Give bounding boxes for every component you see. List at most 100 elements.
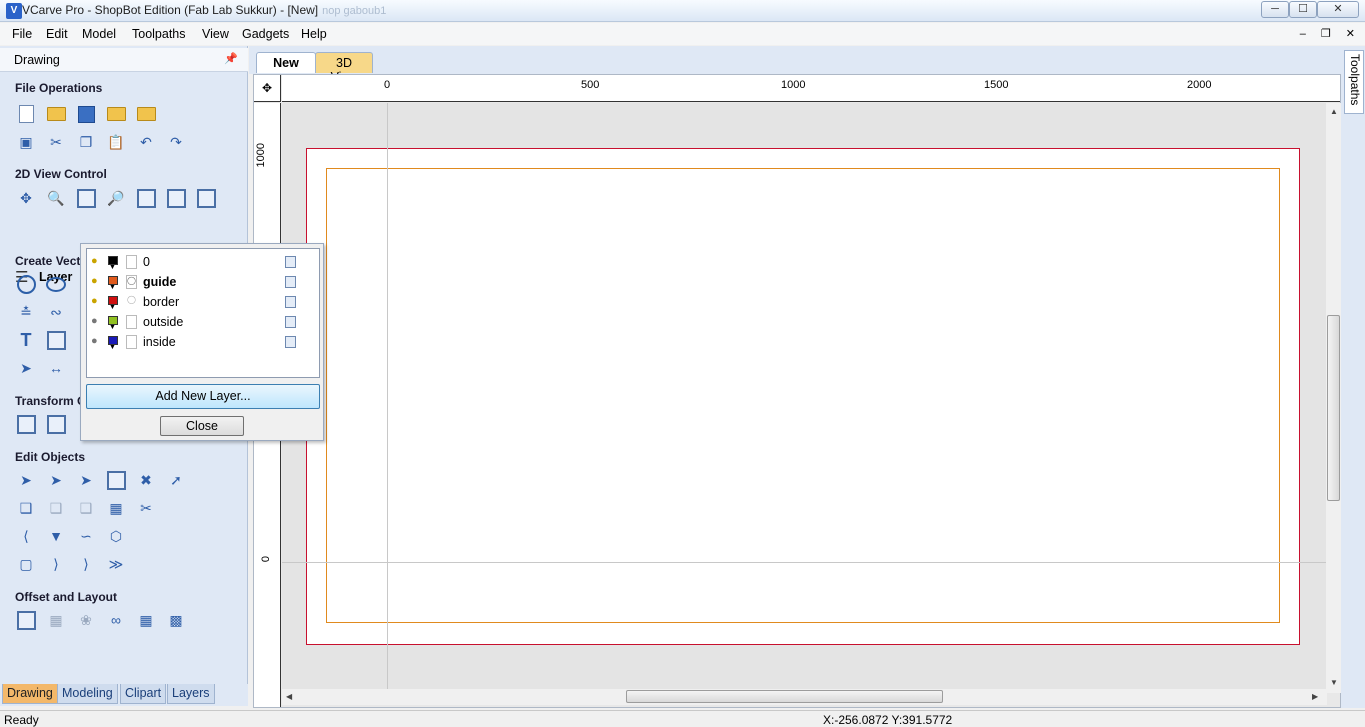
view-left-icon[interactable] (136, 188, 156, 208)
view-export-icon[interactable] (196, 188, 216, 208)
circular-array-icon[interactable]: ❀ (76, 610, 96, 630)
import-bitmap-icon[interactable] (136, 104, 156, 124)
zigzag-icon[interactable]: ≫ (106, 554, 126, 574)
layer-row-guide[interactable]: ● ▼ ◯ guide (87, 272, 319, 292)
close-vector-icon[interactable]: ⬡ (106, 526, 126, 546)
copy-icon[interactable]: ❐ (76, 132, 96, 152)
text-on-curve-icon[interactable] (46, 330, 66, 350)
array-icon[interactable]: ▦ (46, 610, 66, 630)
layer-properties-icon[interactable] (285, 296, 296, 308)
layer-properties-icon[interactable] (285, 256, 296, 268)
zoom-box-icon[interactable]: 🔍 (46, 188, 66, 208)
intersect-icon[interactable]: ❑ (76, 498, 96, 518)
add-new-layer-button[interactable]: Add New Layer... (86, 384, 320, 409)
dimension-icon[interactable]: ↔ (46, 358, 66, 378)
menu-toolpaths[interactable]: Toolpaths (132, 27, 186, 41)
layer-properties-icon[interactable] (285, 336, 296, 348)
tab-drawing[interactable]: Drawing (2, 684, 58, 704)
layer-row-outside[interactable]: ● ▼ outside (87, 312, 319, 332)
trace-bitmap-icon[interactable]: ➤ (16, 358, 36, 378)
menu-view[interactable]: View (202, 27, 229, 41)
curve-fit-icon[interactable]: ∽ (76, 526, 96, 546)
horizontal-scroll-thumb[interactable] (626, 690, 943, 703)
transform-mode-icon[interactable]: ➤ (76, 470, 96, 490)
lightbulb-off-icon[interactable]: ● (91, 315, 102, 328)
select-icon[interactable]: ➤ (16, 470, 36, 490)
paste-icon[interactable]: 📋 (106, 132, 126, 152)
node-edit-icon[interactable]: ➤ (46, 470, 66, 490)
close-popup-button[interactable]: Close (160, 416, 244, 436)
fillet-icon[interactable]: ▦ (106, 498, 126, 518)
select-all-icon[interactable]: ▣ (16, 132, 36, 152)
layer-row-inside[interactable]: ● ▼ inside (87, 332, 319, 352)
join-icon[interactable]: ▼ (46, 526, 66, 546)
maximize-button[interactable]: ☐ (1289, 1, 1317, 18)
draw-curve-icon[interactable]: ∾ (46, 302, 66, 322)
move-icon[interactable] (16, 414, 36, 434)
menu-file[interactable]: File (12, 27, 32, 41)
ruler-origin-icon[interactable]: ✥ (254, 75, 281, 102)
layer-properties-icon[interactable] (285, 316, 296, 328)
layer-row-0[interactable]: ● ▼ 0 (87, 252, 319, 272)
vertical-scrollbar[interactable]: ▲ ▼ (1326, 103, 1341, 693)
copy-along-icon[interactable]: ∞ (106, 610, 126, 630)
redo-icon[interactable]: ↷ (166, 132, 186, 152)
tab-new-document[interactable]: New (256, 52, 316, 73)
zoom-selection-icon[interactable]: 🔎 (106, 188, 126, 208)
tab-toolpaths[interactable]: Toolpaths (1344, 50, 1364, 114)
nesting-icon[interactable]: ▩ (166, 610, 186, 630)
lightbulb-icon[interactable]: ● (91, 255, 102, 268)
layer-lock-icon[interactable]: ◯ (126, 295, 137, 309)
delete-object-icon[interactable]: ✖ (136, 470, 156, 490)
drawing-canvas[interactable] (282, 103, 1327, 693)
scroll-right-icon[interactable]: ▶ (1312, 692, 1318, 701)
undo-icon[interactable]: ↶ (136, 132, 156, 152)
open-file-icon[interactable] (46, 104, 66, 124)
measure-icon[interactable]: ➚ (166, 470, 186, 490)
extend-icon[interactable]: ⟩ (46, 554, 66, 574)
menu-help[interactable]: Help (301, 27, 327, 41)
scroll-up-icon[interactable]: ▲ (1330, 107, 1338, 116)
subtract-icon[interactable]: ❑ (46, 498, 66, 518)
layer-lock-icon[interactable]: ◯ (126, 275, 137, 289)
scale-icon[interactable] (46, 414, 66, 434)
spline-icon[interactable]: ⟩ (76, 554, 96, 574)
new-file-icon[interactable] (16, 104, 36, 124)
vertical-scroll-thumb[interactable] (1327, 315, 1340, 501)
trim-icon[interactable]: ✂ (136, 498, 156, 518)
draw-polyline-icon[interactable]: ≛ (16, 302, 36, 322)
layer-row-border[interactable]: ● ▼ ◯ border (87, 292, 319, 312)
horizontal-scrollbar[interactable]: ◀ ▶ (282, 689, 1327, 705)
view-center-icon[interactable] (166, 188, 186, 208)
offset-icon[interactable] (16, 610, 36, 630)
lightbulb-off-icon[interactable]: ● (91, 335, 102, 348)
draw-text-icon[interactable]: T (16, 330, 36, 350)
grid-layout-icon[interactable]: ▦ (136, 610, 156, 630)
mdi-controls[interactable]: – ❐ ✕ (1300, 27, 1361, 40)
tab-modeling[interactable]: Modeling (57, 684, 118, 704)
smooth-icon[interactable]: ▢ (16, 554, 36, 574)
scroll-left-icon[interactable]: ◀ (286, 692, 292, 701)
import-icon[interactable] (106, 104, 126, 124)
close-window-button[interactable]: ✕ (1317, 1, 1359, 18)
pin-icon[interactable]: 📌 (224, 52, 238, 65)
pan-icon[interactable]: ✥ (16, 188, 36, 208)
menu-gadgets[interactable]: Gadgets (242, 27, 289, 41)
draw-ellipse-icon[interactable] (46, 274, 66, 294)
align-icon[interactable] (106, 470, 126, 490)
tab-layers[interactable]: Layers (167, 684, 215, 704)
zoom-extents-icon[interactable] (76, 188, 96, 208)
weld-icon[interactable]: ❑ (16, 498, 36, 518)
join-open-icon[interactable]: ⟨ (16, 526, 36, 546)
minimize-button[interactable]: ─ (1261, 1, 1289, 18)
cut-icon[interactable]: ✂ (46, 132, 66, 152)
layer-properties-icon[interactable] (285, 276, 296, 288)
save-icon[interactable] (76, 104, 96, 124)
tab-clipart[interactable]: Clipart (120, 684, 167, 704)
lightbulb-icon[interactable]: ● (91, 275, 102, 288)
menu-model[interactable]: Model (82, 27, 116, 41)
lightbulb-icon[interactable]: ● (91, 295, 102, 308)
scroll-down-icon[interactable]: ▼ (1330, 678, 1338, 687)
tab-3d-view[interactable]: 3D View (315, 52, 373, 84)
menu-edit[interactable]: Edit (46, 27, 68, 41)
